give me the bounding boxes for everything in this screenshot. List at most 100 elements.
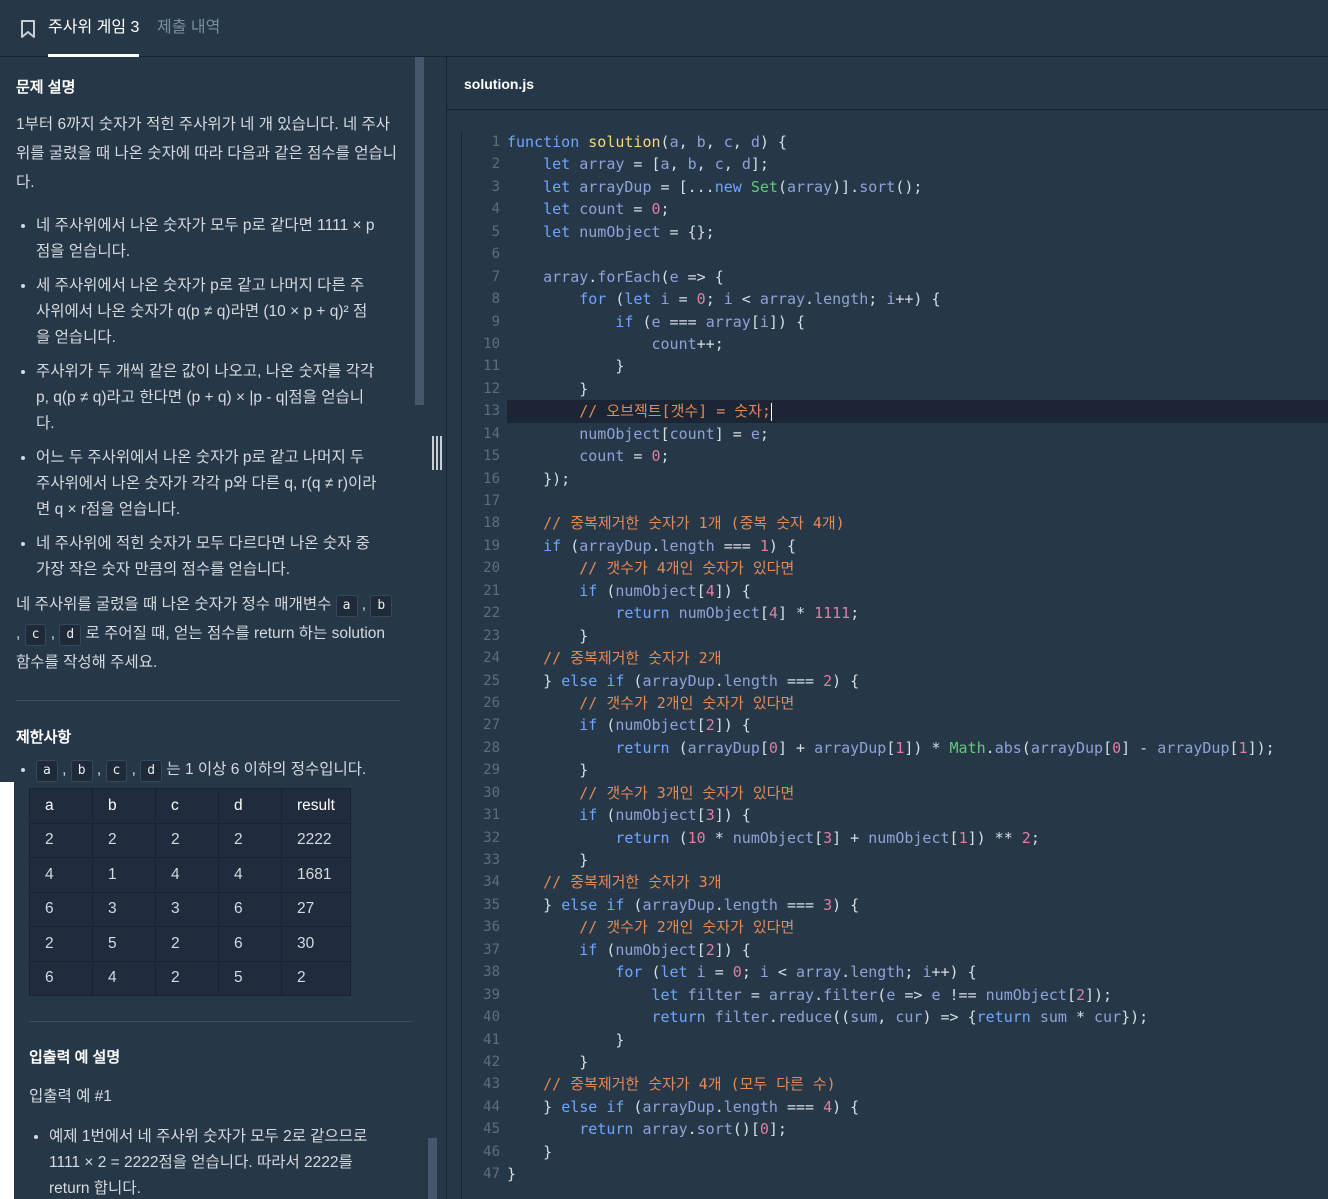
tab-problem[interactable]: 주사위 게임 3 bbox=[48, 0, 140, 57]
code-line[interactable]: if (numObject[2]) { bbox=[507, 939, 1328, 961]
code-line[interactable]: }); bbox=[507, 468, 1328, 490]
line-number: 1 bbox=[491, 134, 500, 150]
code-line[interactable]: return (10 * numObject[3] + numObject[1]… bbox=[507, 827, 1328, 849]
code-line[interactable]: let filter = array.filter(e => e !== num… bbox=[507, 984, 1328, 1006]
header-b: b bbox=[92, 788, 156, 824]
code-line[interactable]: if (numObject[3]) { bbox=[507, 804, 1328, 826]
code-line[interactable]: if (e === array[i]) { bbox=[507, 311, 1328, 333]
pane-resize-handle[interactable] bbox=[432, 436, 442, 470]
code-line[interactable]: } bbox=[507, 1051, 1328, 1073]
line-number: 34 bbox=[483, 874, 500, 891]
code-line[interactable]: // 갯수가 3개인 숫자가 있다면 bbox=[507, 782, 1328, 804]
code-line[interactable]: } bbox=[507, 355, 1328, 377]
code-line[interactable]: if (arrayDup.length === 1) { bbox=[507, 535, 1328, 557]
example-1-item: 예제 1번에서 네 주사위 숫자가 모두 2로 같으므로 1111 × 2 = … bbox=[49, 1124, 379, 1199]
line-number: 16 bbox=[483, 470, 500, 487]
param-d: d bbox=[59, 624, 82, 646]
line-number: 46 bbox=[483, 1143, 500, 1160]
bookmark-icon[interactable] bbox=[19, 19, 37, 39]
line-number: 45 bbox=[483, 1121, 500, 1138]
line-number: 19 bbox=[483, 537, 500, 554]
code-line[interactable]: let count = 0; bbox=[507, 198, 1328, 220]
code-line[interactable]: let numObject = {}; bbox=[507, 221, 1328, 243]
code-line[interactable]: for (let i = 0; i < array.length; i++) { bbox=[507, 288, 1328, 310]
examples-scrollbar[interactable] bbox=[428, 1138, 437, 1199]
code-line[interactable]: numObject[count] = e; bbox=[507, 423, 1328, 445]
code-line[interactable]: // 중복제거한 숫자가 2개 bbox=[507, 647, 1328, 669]
line-number: 37 bbox=[483, 941, 500, 958]
closing-text-1: 네 주사위를 굴렸을 때 나온 숫자가 정수 매개변수 bbox=[16, 596, 332, 613]
cell: 2 bbox=[218, 822, 282, 858]
code-line[interactable]: for (let i = 0; i < array.length; i++) { bbox=[507, 961, 1328, 983]
code-line[interactable]: if (numObject[2]) { bbox=[507, 714, 1328, 736]
table-header-row: a b c d result bbox=[29, 788, 351, 824]
line-number: 47 bbox=[483, 1166, 500, 1183]
code-line[interactable]: array.forEach(e => { bbox=[507, 266, 1328, 288]
code-line[interactable]: function solution(a, b, c, d) { bbox=[507, 131, 1328, 153]
line-number: 3 bbox=[491, 178, 500, 195]
code-line[interactable]: count++; bbox=[507, 333, 1328, 355]
line-number: 25 bbox=[483, 672, 500, 689]
constraints-list: a , b , c , d 는 1 이상 6 이하의 정수입니다. bbox=[36, 757, 406, 782]
code-line[interactable]: return (arrayDup[0] + arrayDup[1]) * Mat… bbox=[507, 737, 1328, 759]
code-line[interactable]: return filter.reduce((sum, cur) => {retu… bbox=[507, 1006, 1328, 1028]
code-line[interactable]: // 중복제거한 숫자가 1개 (중복 숫자 4개) bbox=[507, 512, 1328, 534]
code-line[interactable]: // 중복제거한 숫자가 4개 (모두 다른 수) bbox=[507, 1073, 1328, 1095]
cell: 4 bbox=[29, 857, 93, 893]
line-number: 39 bbox=[483, 986, 500, 1003]
rule-item: 주사위가 두 개씩 같은 값이 나오고, 나온 숫자를 각각 p, q(p ≠ … bbox=[36, 359, 378, 437]
code-line[interactable]: return numObject[4] * 1111; bbox=[507, 602, 1328, 624]
code-line[interactable]: // 갯수가 2개인 숫자가 있다면 bbox=[507, 916, 1328, 938]
code-line[interactable]: if (numObject[4]) { bbox=[507, 580, 1328, 602]
examples-explain-title: 입출력 예 설명 bbox=[29, 1049, 121, 1066]
code-line[interactable]: } else if (arrayDup.length === 4) { bbox=[507, 1096, 1328, 1118]
text-cursor bbox=[770, 402, 772, 421]
code-line[interactable]: } bbox=[507, 625, 1328, 647]
code-lines[interactable]: function solution(a, b, c, d) { let arra… bbox=[507, 131, 1328, 1186]
cell: 3 bbox=[155, 891, 219, 927]
cell: 4 bbox=[92, 960, 156, 996]
code-line[interactable]: count = 0; bbox=[507, 445, 1328, 467]
code-line[interactable]: // 오브젝트[갯수] = 숫자; bbox=[507, 400, 1328, 423]
code-line[interactable]: // 중복제거한 숫자가 3개 bbox=[507, 871, 1328, 893]
param-a: a bbox=[36, 760, 58, 782]
header-result: result bbox=[281, 788, 351, 824]
line-number: 30 bbox=[483, 784, 500, 801]
examples-table: a b c d result 2 2 2 2 2222 4 1 4 4 1681 bbox=[29, 788, 351, 996]
cell: 2 bbox=[155, 822, 219, 858]
code-line[interactable]: let arrayDup = [...new Set(array)].sort(… bbox=[507, 176, 1328, 198]
param-c: c bbox=[105, 760, 128, 782]
code-line[interactable]: // 갯수가 2개인 숫자가 있다면 bbox=[507, 692, 1328, 714]
code-line[interactable]: } bbox=[507, 1141, 1328, 1163]
cell: 5 bbox=[92, 926, 156, 962]
code-line[interactable]: return array.sort()[0]; bbox=[507, 1118, 1328, 1140]
code-line[interactable]: } bbox=[507, 759, 1328, 781]
param-b: b bbox=[370, 595, 393, 617]
code-line[interactable]: } else if (arrayDup.length === 3) { bbox=[507, 894, 1328, 916]
line-number: 38 bbox=[483, 964, 500, 981]
code-line[interactable]: } bbox=[507, 1029, 1328, 1051]
cell: 6 bbox=[29, 891, 93, 927]
line-number: 15 bbox=[483, 448, 500, 465]
file-name: solution.js bbox=[464, 76, 534, 92]
problem-scrollbar[interactable] bbox=[415, 57, 424, 405]
code-area[interactable]: 1 2 3 4 5 6 7 8 9 10 11 12 13 14 15 16 17 18 19 20 21 22 23 24 2… bbox=[461, 131, 1328, 1199]
code-line[interactable]: } bbox=[507, 378, 1328, 400]
line-number: 11 bbox=[483, 358, 500, 375]
constraint-item: a , b , c , d 는 1 이상 6 이하의 정수입니다. bbox=[36, 757, 406, 782]
line-number: 7 bbox=[491, 268, 500, 285]
line-number: 31 bbox=[483, 807, 500, 824]
code-line[interactable] bbox=[507, 243, 1328, 265]
code-line[interactable] bbox=[507, 490, 1328, 512]
line-number: 4 bbox=[491, 201, 500, 218]
code-line[interactable]: } bbox=[507, 849, 1328, 871]
code-line[interactable]: let array = [a, b, c, d]; bbox=[507, 153, 1328, 175]
line-number: 24 bbox=[483, 650, 500, 667]
cell: 2 bbox=[155, 960, 219, 996]
code-line[interactable]: } else if (arrayDup.length === 2) { bbox=[507, 670, 1328, 692]
code-line[interactable]: // 갯수가 4개인 숫자가 있다면 bbox=[507, 557, 1328, 579]
cell: 5 bbox=[218, 960, 282, 996]
line-number: 42 bbox=[483, 1053, 500, 1070]
tab-submissions[interactable]: 제출 내역 bbox=[157, 0, 220, 57]
code-line[interactable]: } bbox=[507, 1163, 1328, 1185]
